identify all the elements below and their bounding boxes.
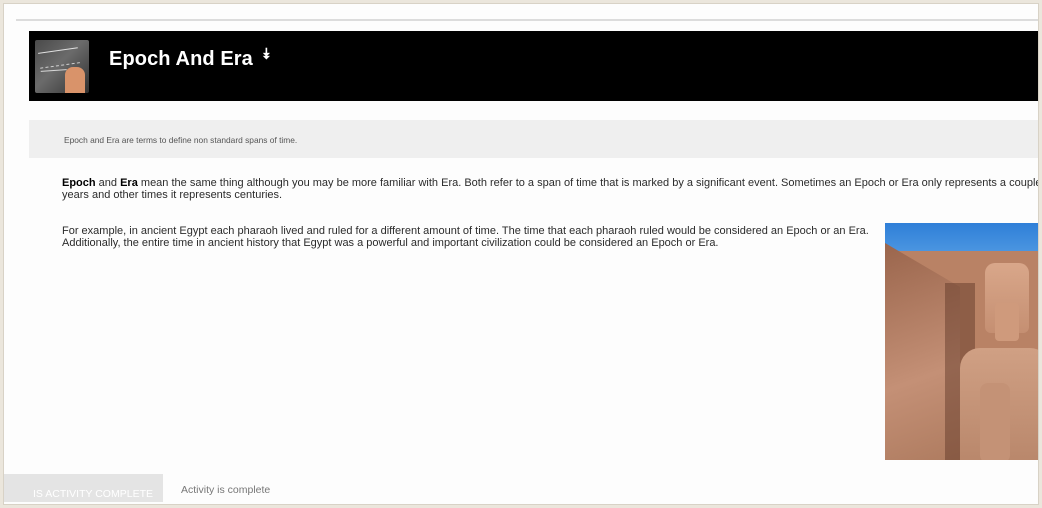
activity-card: Epoch And Era ⯯ Epoch and Era are terms … [3, 3, 1039, 505]
top-divider [16, 19, 1038, 21]
term-era: Era [120, 177, 138, 189]
activity-header[interactable]: Epoch And Era ⯯ [29, 31, 1038, 101]
hand-graphic [65, 67, 85, 93]
summary-text: Epoch and Era are terms to define non st… [64, 135, 298, 145]
activity-title: Epoch And Era [109, 48, 253, 70]
mark-complete-button[interactable]: IS ACTIVITY COMPLETE [4, 474, 163, 502]
photo-sky [885, 223, 1038, 251]
text-and: and [95, 177, 121, 189]
summary-box: Epoch and Era are terms to define non st… [29, 120, 1038, 158]
completion-status: Activity is complete [181, 484, 271, 496]
chalkboard-thumbnail [35, 40, 89, 93]
pharaoh-statue-photo [885, 223, 1038, 460]
double-chevron-down-icon[interactable]: ⯯ [262, 47, 271, 62]
statue-arm [980, 383, 1010, 460]
statue-face [995, 303, 1019, 341]
chalk-writing-line [40, 69, 68, 80]
chalk-writing [38, 47, 80, 69]
term-epoch: Epoch [62, 177, 96, 189]
intro-rest: mean the same thing although you may be … [62, 177, 1039, 201]
intro-paragraph: Epoch and Era mean the same thing althou… [62, 177, 1039, 201]
example-paragraph: For example, in ancient Egypt each phara… [62, 225, 869, 249]
